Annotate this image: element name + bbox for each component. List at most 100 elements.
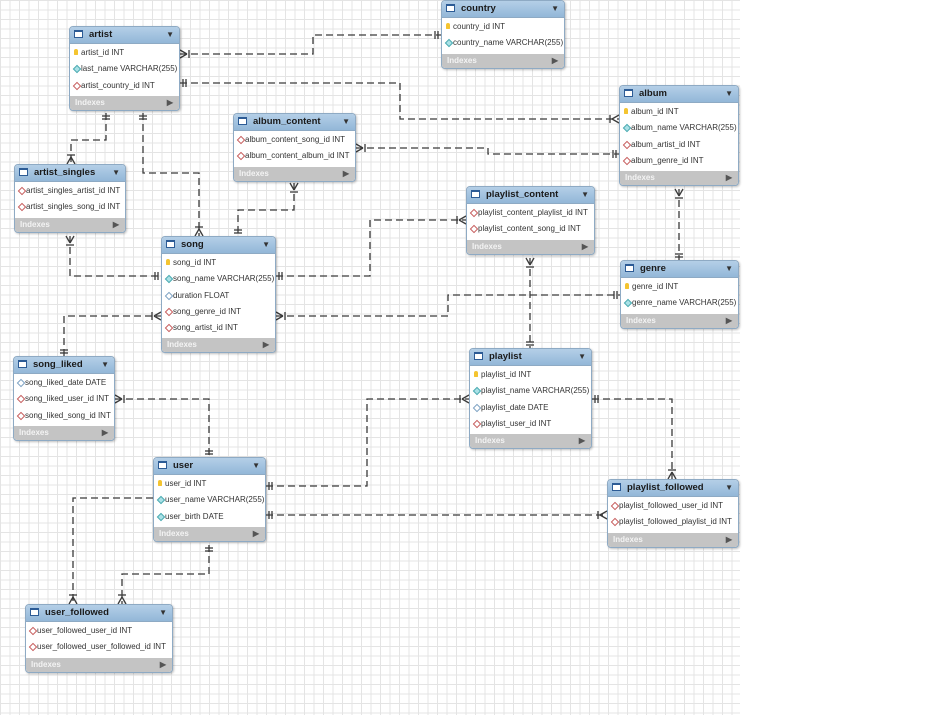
column-row[interactable]: song_artist_id INT [162, 320, 275, 336]
indexes-footer[interactable]: Indexes ▶ [467, 239, 594, 254]
column-row[interactable]: user_name VARCHAR(255) [154, 492, 265, 508]
table-header[interactable]: song_liked ▼ [14, 357, 114, 374]
table-header[interactable]: song ▼ [162, 237, 275, 254]
chevron-right-icon[interactable]: ▶ [263, 338, 269, 352]
table-header[interactable]: genre ▼ [621, 261, 738, 278]
chevron-down-icon[interactable]: ▼ [166, 27, 174, 43]
table-header[interactable]: artist_singles ▼ [15, 165, 125, 182]
column-row[interactable]: album_name VARCHAR(255) [620, 120, 738, 136]
chevron-down-icon[interactable]: ▼ [342, 114, 350, 130]
column-row[interactable]: user_followed_user_id INT [26, 623, 172, 639]
column-row[interactable]: playlist_id INT [470, 367, 591, 383]
relationship-playlist-followed-playlist[interactable] [592, 398, 673, 479]
column-row[interactable]: last_name VARCHAR(255) [70, 61, 179, 77]
relationship-song-artist[interactable] [142, 113, 200, 236]
chevron-right-icon[interactable]: ▶ [726, 171, 732, 185]
table-header[interactable]: playlist ▼ [470, 349, 591, 366]
relationship-playlist-content-song[interactable] [276, 219, 466, 277]
chevron-right-icon[interactable]: ▶ [253, 527, 259, 541]
column-row[interactable]: artist_country_id INT [70, 78, 179, 94]
column-row[interactable]: artist_singles_song_id INT [15, 199, 125, 215]
table-artist[interactable]: artist ▼ artist_id INT last_name VARCHAR(25… [69, 26, 180, 111]
chevron-down-icon[interactable]: ▼ [101, 357, 109, 373]
chevron-down-icon[interactable]: ▼ [725, 480, 733, 496]
table-header[interactable]: country ▼ [442, 1, 564, 18]
column-row[interactable]: playlist_followed_playlist_id INT [608, 514, 738, 530]
chevron-right-icon[interactable]: ▶ [579, 434, 585, 448]
indexes-footer[interactable]: Indexes ▶ [470, 434, 591, 449]
relationship-artist-country[interactable] [180, 34, 441, 55]
indexes-footer[interactable]: Indexes ▶ [234, 166, 355, 181]
table-song-liked[interactable]: song_liked ▼ song_liked_date DATE song_like… [13, 356, 115, 441]
column-row[interactable]: country_id INT [442, 19, 564, 35]
table-user-followed[interactable]: user_followed ▼ user_followed_user_id INT u… [25, 604, 173, 673]
relationship-artist-singles-song[interactable] [69, 236, 161, 277]
column-row[interactable]: artist_singles_artist_id INT [15, 183, 125, 199]
table-playlist[interactable]: playlist ▼ playlist_id INT playlist_name VA… [469, 348, 592, 450]
column-row[interactable]: user_birth DATE [154, 509, 265, 525]
table-song[interactable]: song ▼ song_id INT song_name VARCHAR(255) du… [161, 236, 276, 354]
column-row[interactable]: song_name VARCHAR(255) [162, 271, 275, 287]
column-row[interactable]: playlist_name VARCHAR(255) [470, 383, 591, 399]
indexes-footer[interactable]: Indexes ▶ [70, 95, 179, 110]
relationship-user-followed-followed[interactable] [121, 545, 210, 604]
column-row[interactable]: playlist_followed_user_id INT [608, 498, 738, 514]
table-header[interactable]: album_content ▼ [234, 114, 355, 131]
column-row[interactable]: playlist_content_playlist_id INT [467, 205, 594, 221]
column-row[interactable]: album_id INT [620, 104, 738, 120]
column-row[interactable]: song_liked_user_id INT [14, 391, 114, 407]
column-row[interactable]: song_liked_date DATE [14, 375, 114, 391]
column-row[interactable]: song_genre_id INT [162, 304, 275, 320]
table-header[interactable]: user ▼ [154, 458, 265, 475]
column-row[interactable]: song_liked_song_id INT [14, 408, 114, 424]
indexes-footer[interactable]: Indexes ▶ [608, 532, 738, 547]
column-row[interactable]: genre_id INT [621, 279, 738, 295]
chevron-down-icon[interactable]: ▼ [725, 86, 733, 102]
chevron-right-icon[interactable]: ▶ [167, 96, 173, 110]
column-row[interactable]: genre_name VARCHAR(255) [621, 295, 738, 311]
relationship-song-liked-song[interactable] [63, 315, 161, 356]
column-row[interactable]: album_artist_id INT [620, 137, 738, 153]
column-row[interactable]: playlist_user_id INT [470, 416, 591, 432]
column-row[interactable]: album_genre_id INT [620, 153, 738, 169]
column-row[interactable]: playlist_content_song_id INT [467, 221, 594, 237]
column-row[interactable]: user_id INT [154, 476, 265, 492]
column-row[interactable]: playlist_date DATE [470, 400, 591, 416]
indexes-footer[interactable]: Indexes ▶ [154, 526, 265, 541]
column-row[interactable]: user_followed_user_followed_id INT [26, 639, 172, 655]
column-row[interactable]: artist_id INT [70, 45, 179, 61]
table-genre[interactable]: genre ▼ genre_id INT genre_name VARCHAR(255… [620, 260, 739, 329]
chevron-right-icon[interactable]: ▶ [552, 54, 558, 68]
indexes-footer[interactable]: Indexes ▶ [26, 657, 172, 672]
table-album[interactable]: album ▼ album_id INT album_name VARCHAR(255… [619, 85, 739, 187]
table-artist-singles[interactable]: artist_singles ▼ artist_singles_artist_id … [14, 164, 126, 233]
chevron-right-icon[interactable]: ▶ [582, 240, 588, 254]
table-country[interactable]: country ▼ country_id INT country_name VARCH… [441, 0, 565, 69]
relationship-playlist-user[interactable] [266, 398, 469, 487]
indexes-footer[interactable]: Indexes ▶ [14, 425, 114, 440]
table-header[interactable]: artist ▼ [70, 27, 179, 44]
relationship-album-content-song[interactable] [237, 183, 295, 236]
relationship-artist-singles-artist[interactable] [70, 113, 107, 164]
chevron-right-icon[interactable]: ▶ [726, 314, 732, 328]
table-playlist-content[interactable]: playlist_content ▼ playlist_content_playli… [466, 186, 595, 255]
chevron-down-icon[interactable]: ▼ [725, 261, 733, 277]
chevron-right-icon[interactable]: ▶ [160, 658, 166, 672]
table-header[interactable]: playlist_followed ▼ [608, 480, 738, 497]
table-playlist-followed[interactable]: playlist_followed ▼ playlist_followed_user… [607, 479, 739, 548]
relationship-song-liked-user[interactable] [115, 398, 210, 457]
table-user[interactable]: user ▼ user_id INT user_name VARCHAR(255) us… [153, 457, 266, 542]
column-row[interactable]: country_name VARCHAR(255) [442, 35, 564, 51]
table-header[interactable]: album ▼ [620, 86, 738, 103]
table-album-content[interactable]: album_content ▼ album_content_song_id INT a… [233, 113, 356, 182]
indexes-footer[interactable]: Indexes ▶ [621, 313, 738, 328]
chevron-down-icon[interactable]: ▼ [581, 187, 589, 203]
relationship-user-followed-user[interactable] [72, 497, 153, 604]
column-row[interactable]: album_content_song_id INT [234, 132, 355, 148]
chevron-right-icon[interactable]: ▶ [102, 426, 108, 440]
indexes-footer[interactable]: Indexes ▶ [162, 338, 275, 353]
chevron-down-icon[interactable]: ▼ [551, 1, 559, 17]
indexes-footer[interactable]: Indexes ▶ [442, 53, 564, 68]
table-header[interactable]: user_followed ▼ [26, 605, 172, 622]
chevron-down-icon[interactable]: ▼ [262, 237, 270, 253]
